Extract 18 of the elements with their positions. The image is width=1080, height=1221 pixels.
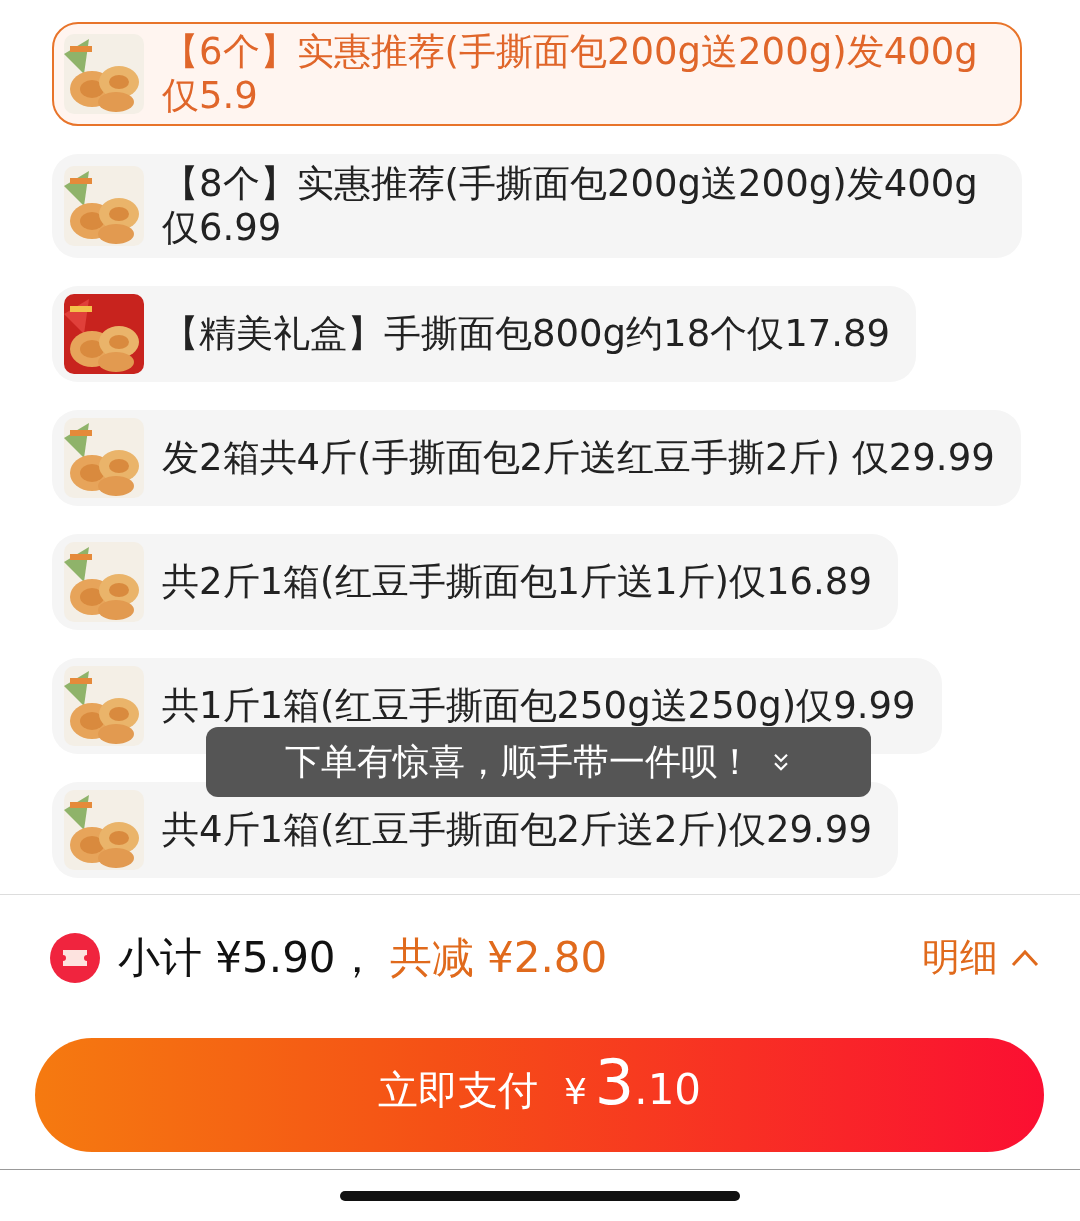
caret-up-icon[interactable] bbox=[1010, 947, 1040, 968]
pay-button[interactable]: 立即支付 ¥3.10 bbox=[35, 1038, 1044, 1152]
option-label: 【精美礼盒】手撕面包800g约18个仅17.89 bbox=[162, 312, 891, 356]
option-label: 【6个】实惠推荐(手撕面包200g送200g)发400g仅5.9 bbox=[162, 30, 979, 118]
option-label: 发2箱共4斤(手撕面包2斤送红豆手撕2斤) 仅29.99 bbox=[162, 436, 995, 480]
option-label: 共2斤1箱(红豆手撕面包1斤送1斤)仅16.89 bbox=[162, 560, 872, 604]
ticket-icon bbox=[50, 932, 100, 983]
sku-option[interactable]: 发2箱共4斤(手撕面包2斤送红豆手撕2斤) 仅29.99 bbox=[52, 410, 1021, 506]
sku-option[interactable]: 共2斤1箱(红豆手撕面包1斤送1斤)仅16.89 bbox=[52, 534, 898, 630]
toast: 下单有惊喜，顺手带一件呗！ bbox=[206, 727, 871, 797]
home-indicator[interactable] bbox=[340, 1190, 740, 1201]
discount-text: 共减 ¥2.80 bbox=[389, 931, 608, 984]
option-label: 共4斤1箱(红豆手撕面包2斤送2斤)仅29.99 bbox=[162, 808, 872, 852]
option-label: 共1斤1箱(红豆手撕面包250g送250g)仅9.99 bbox=[162, 684, 916, 728]
sku-option[interactable]: 【精美礼盒】手撕面包800g约18个仅17.89 bbox=[52, 286, 917, 382]
option-label: 【8个】实惠推荐(手撕面包200g送200g)发400g仅6.99 bbox=[162, 162, 979, 250]
sku-option[interactable]: 【8个】实惠推荐(手撕面包200g送200g)发400g仅6.99 bbox=[52, 154, 1022, 258]
subtotal-text: 小计 ¥5.90， bbox=[118, 931, 378, 984]
